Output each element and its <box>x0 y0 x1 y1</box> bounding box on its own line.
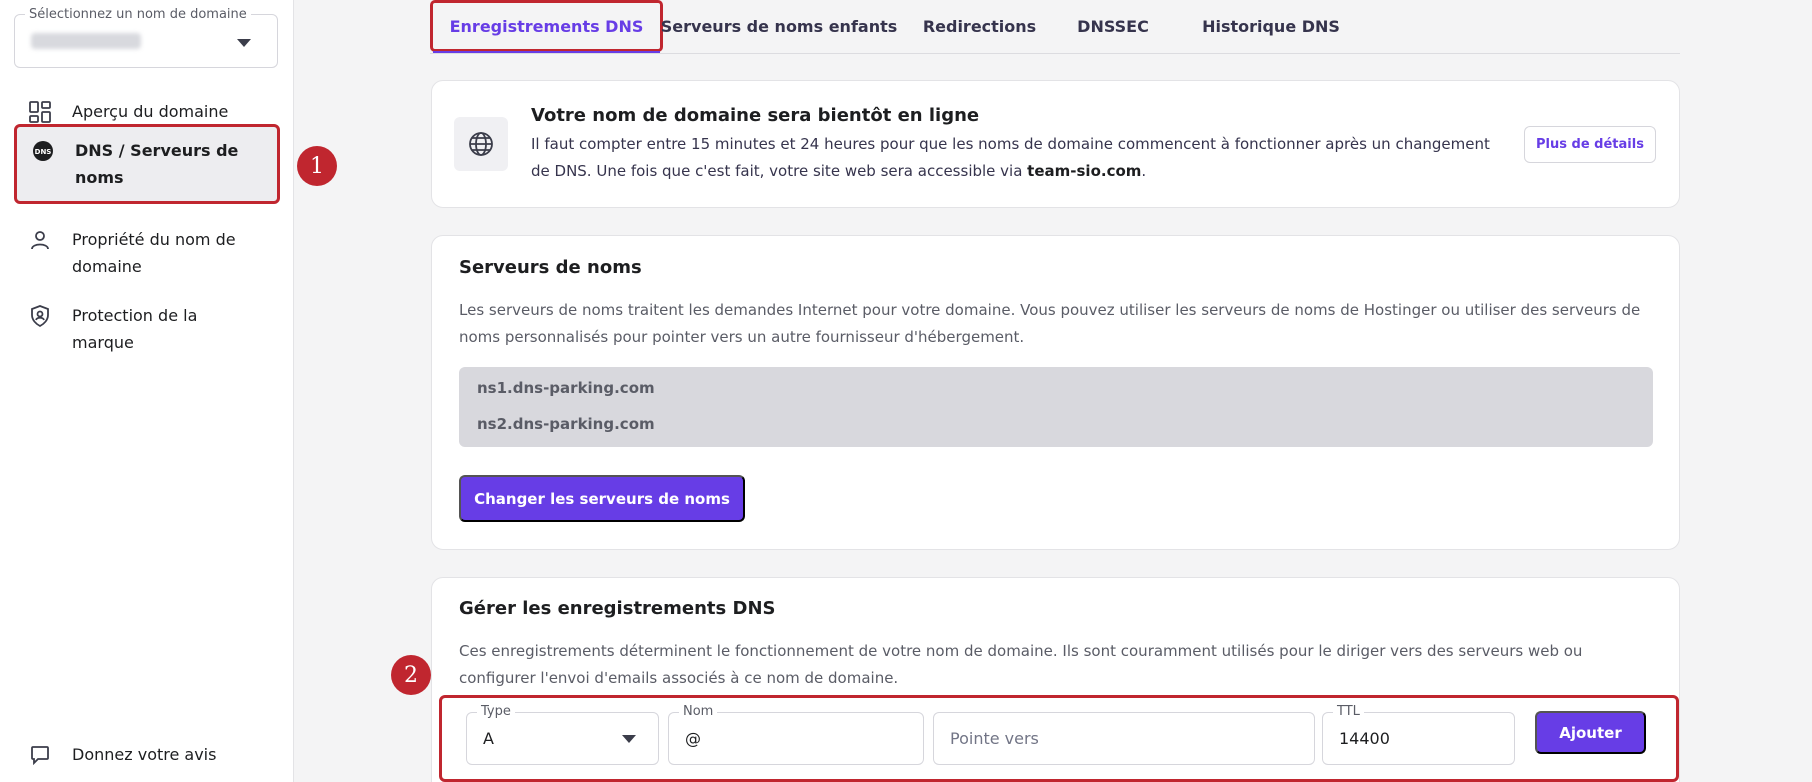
svg-text:DNS: DNS <box>35 148 52 156</box>
add-record-button[interactable]: Ajouter <box>1535 711 1646 754</box>
dashboard-icon <box>28 98 52 125</box>
sidebar-item-ownership[interactable]: Propriété du nom de domaine <box>14 216 280 290</box>
points-to-input[interactable]: Pointe vers <box>933 712 1315 765</box>
tab-dns-history[interactable]: Historique DNS <box>1196 0 1346 52</box>
sidebar-item-brand-protection[interactable]: Protection de la marque <box>14 292 280 366</box>
globe-icon <box>454 117 508 171</box>
record-type-label: Type <box>477 704 515 719</box>
dns-records-title: Gérer les enregistrements DNS <box>459 598 776 619</box>
sidebar-item-label: Aperçu du domaine <box>72 102 229 121</box>
info-banner: Votre nom de domaine sera bientôt en lig… <box>431 80 1680 208</box>
nameservers-description: Les serveurs de noms traitent les demand… <box>459 301 1641 346</box>
nameserver-item: ns2.dns-parking.com <box>477 415 655 433</box>
sidebar-item-label: DNS / Serveurs de noms <box>75 141 239 187</box>
record-name-input[interactable]: Nom @ <box>668 704 924 765</box>
ttl-value: 14400 <box>1339 729 1390 748</box>
record-type-value: A <box>483 729 494 748</box>
tab-dnssec[interactable]: DNSSEC <box>1077 0 1149 52</box>
record-type-select[interactable]: Type A <box>466 704 659 765</box>
sidebar-item-dns[interactable]: DNS DNS / Serveurs de noms <box>14 124 280 204</box>
sidebar: Sélectionnez un nom de domaine Aperçu du… <box>0 0 294 782</box>
ttl-label: TTL <box>1333 704 1364 719</box>
nameserver-item: ns1.dns-parking.com <box>477 379 655 397</box>
shield-icon <box>28 302 52 329</box>
annotation-marker-1: 1 <box>297 146 337 186</box>
tab-child-nameservers[interactable]: Serveurs de noms enfants <box>661 0 898 52</box>
feedback-label: Donnez votre avis <box>72 745 217 764</box>
tab-redirections[interactable]: Redirections <box>923 0 1036 52</box>
domain-select-label: Sélectionnez un nom de domaine <box>25 7 251 22</box>
info-banner-text: Il faut compter entre 15 minutes et 24 h… <box>531 131 1491 185</box>
chevron-down-icon <box>237 39 251 47</box>
nameservers-title: Serveurs de noms <box>459 257 642 278</box>
domain-name: team-sio.com <box>1027 162 1142 180</box>
record-name-value: @ <box>685 729 701 748</box>
sidebar-item-label: Protection de la marque <box>72 306 198 352</box>
more-details-button[interactable]: Plus de détails <box>1524 126 1656 163</box>
tab-dns-records[interactable]: Enregistrements DNS <box>430 0 663 53</box>
feedback-link[interactable]: Donnez votre avis <box>14 731 280 778</box>
annotation-marker-2: 2 <box>391 655 431 695</box>
domain-select[interactable]: Sélectionnez un nom de domaine <box>14 7 278 68</box>
sidebar-item-label: Propriété du nom de domaine <box>72 230 236 276</box>
info-banner-text-end: . <box>1141 162 1147 180</box>
add-dns-record-form: Type A Nom @ Pointe vers TTL 14400 Ajout… <box>439 695 1679 782</box>
dns-tabs: Enregistrements DNS Serveurs de noms enf… <box>430 0 1680 54</box>
record-name-label: Nom <box>679 704 718 719</box>
user-icon <box>28 226 52 253</box>
nameservers-list: ns1.dns-parking.com ns2.dns-parking.com <box>459 367 1653 447</box>
domain-select-value <box>31 33 141 49</box>
change-nameservers-button[interactable]: Changer les serveurs de noms <box>459 475 745 522</box>
info-banner-title: Votre nom de domaine sera bientôt en lig… <box>531 105 980 126</box>
dns-records-description: Ces enregistrements déterminent le fonct… <box>459 642 1583 687</box>
chat-bubble-icon <box>28 741 52 768</box>
dns-icon: DNS <box>31 137 55 164</box>
info-banner-text-start: Il faut compter entre 15 minutes et 24 h… <box>531 135 1490 180</box>
points-to-placeholder: Pointe vers <box>950 729 1039 748</box>
nameservers-card: Serveurs de noms Les serveurs de noms tr… <box>431 235 1680 550</box>
chevron-down-icon <box>622 735 636 743</box>
ttl-input[interactable]: TTL 14400 <box>1322 704 1515 765</box>
